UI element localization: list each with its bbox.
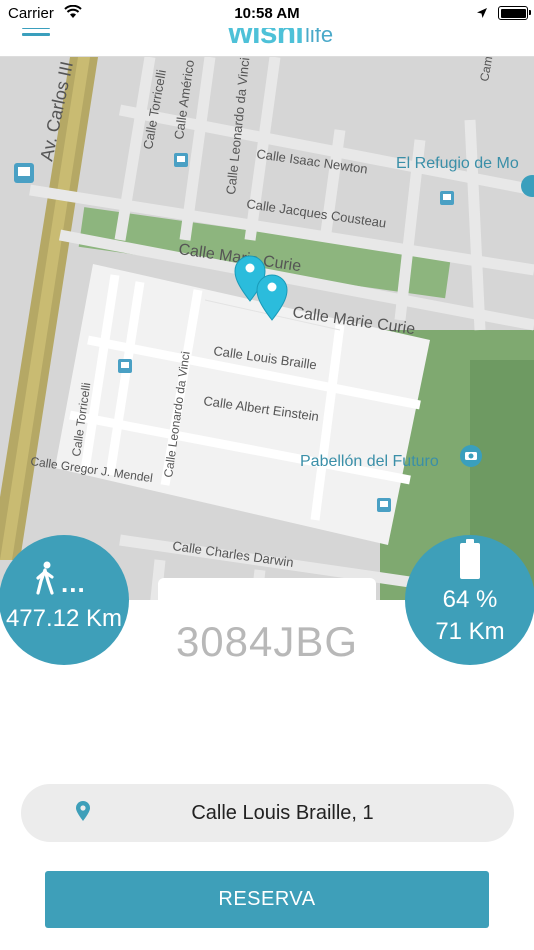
- bus-stop-icon[interactable]: [14, 163, 34, 183]
- battery-badge: 64 % 71 Km: [405, 535, 534, 665]
- battery-percent: 64 %: [442, 586, 498, 613]
- walking-person-icon: [34, 561, 58, 600]
- trip-distance-badge: ... 477.12 Km: [0, 535, 129, 665]
- address-field[interactable]: Calle Louis Braille, 1: [21, 784, 514, 842]
- street-label: Cam: [477, 57, 495, 83]
- hamburger-line: [22, 33, 50, 36]
- trip-distance: 477.12 Km: [5, 605, 123, 632]
- reserve-button[interactable]: RESERVA: [45, 871, 489, 928]
- bus-stop-icon[interactable]: [377, 498, 391, 512]
- street-label: Calle Charles Darwin: [172, 538, 295, 570]
- status-time: 10:58 AM: [234, 5, 300, 22]
- poi-icon[interactable]: [521, 175, 534, 197]
- bus-stop-icon[interactable]: [174, 153, 188, 167]
- walking-dots: ...: [61, 568, 86, 598]
- bus-stop-icon[interactable]: [118, 359, 132, 373]
- location-arrow-icon: [476, 6, 488, 24]
- camera-poi-icon[interactable]: [460, 445, 482, 467]
- status-bar: Carrier 10:58 AM: [0, 0, 534, 28]
- battery-icon: [460, 539, 480, 579]
- address-text: Calle Louis Braille, 1: [191, 802, 374, 824]
- bus-stop-icon[interactable]: [440, 191, 454, 205]
- battery-status-icon: [498, 6, 531, 20]
- place-label: Pabellón del Futuro: [300, 453, 439, 470]
- battery-range: 71 Km: [435, 618, 505, 645]
- place-label: El Refugio de Mo: [396, 155, 519, 172]
